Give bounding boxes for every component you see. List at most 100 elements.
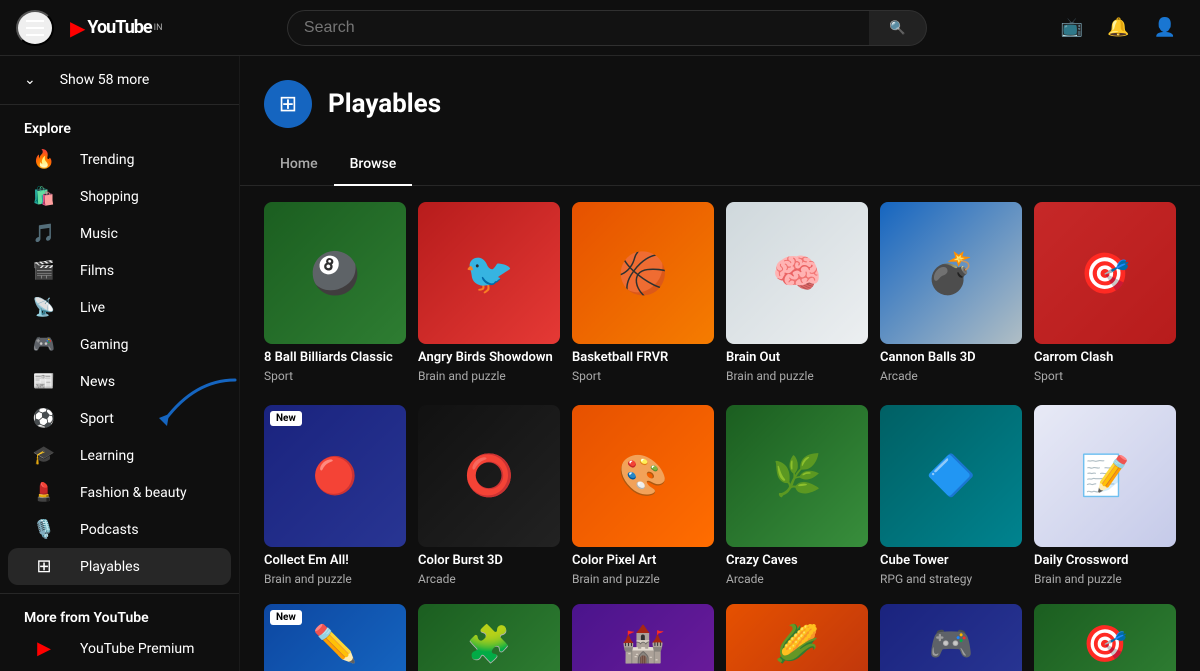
- sidebar-item-label: News: [80, 374, 115, 390]
- live-icon: 📡: [32, 297, 56, 318]
- tab-home[interactable]: Home: [264, 144, 334, 186]
- game-thumb-cannonballs: 💣: [880, 202, 1022, 344]
- sidebar: ⌄ Show 58 more Explore 🔥 Trending 🛍️ Sho…: [0, 56, 240, 671]
- game-name: Collect Em All!: [264, 553, 406, 570]
- game-name: 8 Ball Billiards Classic: [264, 350, 406, 367]
- sidebar-item-youtube-premium[interactable]: ▶ YouTube Premium: [8, 630, 231, 667]
- hamburger-menu[interactable]: [16, 10, 54, 46]
- app-body: ⌄ Show 58 more Explore 🔥 Trending 🛍️ Sho…: [0, 56, 1200, 671]
- game-card-8ball[interactable]: 🎱 ⋮ 8 Ball Billiards Classic Sport: [264, 202, 406, 385]
- cast-button[interactable]: 📺: [1053, 9, 1091, 46]
- logo-text: YouTube: [87, 17, 151, 38]
- sidebar-item-fashion[interactable]: 💄 Fashion & beauty: [8, 474, 231, 511]
- sidebar-item-podcasts[interactable]: 🎙️ Podcasts: [8, 511, 231, 548]
- logo[interactable]: ▶ YouTubeIN: [70, 16, 163, 40]
- game-name: Crazy Caves: [726, 553, 868, 570]
- logo-sub: IN: [154, 23, 163, 33]
- game-thumb-farm-heroes: 🌽: [726, 604, 868, 671]
- game-thumb-element-blocks: 🧩: [418, 604, 560, 671]
- game-category: Brain and puzzle: [264, 572, 406, 586]
- sidebar-item-label: Live: [80, 300, 105, 316]
- game-info-brainout: Brain Out Brain and puzzle: [726, 344, 868, 385]
- header: ▶ YouTubeIN 🔍 📺 🔔 👤: [0, 0, 1200, 56]
- podcasts-icon: 🎙️: [32, 519, 56, 540]
- game-card-brainout[interactable]: 🧠 ⋮ Brain Out Brain and puzzle: [726, 202, 868, 385]
- notification-button[interactable]: 🔔: [1099, 9, 1137, 46]
- game-thumb-basketball: 🏀: [572, 202, 714, 344]
- game-card-cannonballs[interactable]: 💣 ⋮ Cannon Balls 3D Arcade: [880, 202, 1022, 385]
- game-card-farm-heroes[interactable]: 🌽 Farm Heroes: [726, 604, 868, 671]
- sidebar-item-shopping[interactable]: 🛍️ Shopping: [8, 178, 231, 215]
- game-info-8ball: 8 Ball Billiards Classic Sport: [264, 344, 406, 385]
- sidebar-item-label: Sport: [80, 411, 114, 427]
- show-more-btn[interactable]: ⌄ Show 58 more: [0, 64, 239, 96]
- game-info-angrybirds: Angry Birds Showdown Brain and puzzle: [418, 344, 560, 385]
- game-card-game6[interactable]: 🎯: [1034, 604, 1176, 671]
- game-card-element-blocks[interactable]: 🧩 Element Blocks: [418, 604, 560, 671]
- game-category: Arcade: [418, 572, 560, 586]
- game-thumb-game6: 🎯: [1034, 604, 1176, 671]
- chevron-down-icon: ⌄: [24, 72, 36, 88]
- game-category: Arcade: [880, 369, 1022, 383]
- game-category: Brain and puzzle: [1034, 572, 1176, 586]
- sidebar-item-news[interactable]: 📰 News: [8, 363, 231, 400]
- game-card-colorburst[interactable]: ⭕ ⋮ Color Burst 3D Arcade: [418, 405, 560, 588]
- game-thumb-cubetower: 🔷: [880, 405, 1022, 547]
- sidebar-item-learning[interactable]: 🎓 Learning: [8, 437, 231, 474]
- trending-icon: 🔥: [32, 149, 56, 170]
- game-info-basketball: Basketball FRVR Sport: [572, 344, 714, 385]
- sidebar-item-label: Music: [80, 226, 118, 242]
- game-card-collect[interactable]: 🔴New ⋮ Collect Em All! Brain and puzzle: [264, 405, 406, 588]
- sidebar-item-sport[interactable]: ⚽ Sport: [8, 400, 231, 437]
- game-card-colorpixel[interactable]: 🎨 ⋮ Color Pixel Art Brain and puzzle: [572, 405, 714, 588]
- game-card-draw-climber[interactable]: ✏️New Draw Climber: [264, 604, 406, 671]
- game-card-crazycaves[interactable]: 🌿 ⋮ Crazy Caves Arcade: [726, 405, 868, 588]
- game-card-cubetower[interactable]: 🔷 ⋮ Cube Tower RPG and strategy: [880, 405, 1022, 588]
- game-card-crossword[interactable]: 📝 ⋮ Daily Crossword Brain and puzzle: [1034, 405, 1176, 588]
- more-from-youtube-title: More from YouTube: [0, 602, 239, 630]
- sidebar-item-live[interactable]: 📡 Live: [8, 289, 231, 326]
- news-icon: 📰: [32, 371, 56, 392]
- game-name: Angry Birds Showdown: [418, 350, 560, 367]
- sidebar-item-gaming[interactable]: 🎮 Gaming: [8, 326, 231, 363]
- header-left: ▶ YouTubeIN: [16, 10, 216, 46]
- game-card-game5[interactable]: 🎮: [880, 604, 1022, 671]
- sidebar-item-label: Playables: [80, 559, 140, 575]
- search-button[interactable]: 🔍: [869, 10, 927, 46]
- games-section-row1: 🎱 ⋮ 8 Ball Billiards Classic Sport 🐦 ⋮ A…: [240, 186, 1200, 401]
- tabs-bar: Home Browse: [240, 144, 1200, 186]
- explore-section-title: Explore: [0, 113, 239, 141]
- sidebar-item-label: Gaming: [80, 337, 128, 353]
- account-button[interactable]: 👤: [1146, 9, 1184, 46]
- game-card-endless-siege[interactable]: 🏰 Endless Siege: [572, 604, 714, 671]
- search-input[interactable]: [287, 10, 869, 46]
- sidebar-item-films[interactable]: 🎬 Films: [8, 252, 231, 289]
- youtube-logo-icon: ▶: [70, 16, 85, 40]
- sidebar-item-label: Podcasts: [80, 522, 139, 538]
- game-category: Arcade: [726, 572, 868, 586]
- game-thumb-endless-siege: 🏰: [572, 604, 714, 671]
- playables-page-icon: ⊞: [279, 92, 297, 117]
- game-card-carrom[interactable]: 🎯 ⋮ Carrom Clash Sport: [1034, 202, 1176, 385]
- divider-1: [0, 104, 239, 105]
- game-name: Cube Tower: [880, 553, 1022, 570]
- game-card-angrybirds[interactable]: 🐦 ⋮ Angry Birds Showdown Brain and puzzl…: [418, 202, 560, 385]
- tab-browse[interactable]: Browse: [334, 144, 413, 186]
- main-content: ⊞ Playables Home Browse 🎱 ⋮ 8 Ball Billi…: [240, 56, 1200, 671]
- game-category: Sport: [1034, 369, 1176, 383]
- game-category: Sport: [572, 369, 714, 383]
- sidebar-item-youtube-studio[interactable]: ▶ YouTube Studio: [8, 667, 231, 671]
- game-card-basketball[interactable]: 🏀 ⋮ Basketball FRVR Sport: [572, 202, 714, 385]
- games-grid-row1: 🎱 ⋮ 8 Ball Billiards Classic Sport 🐦 ⋮ A…: [264, 202, 1176, 385]
- game-thumb-crossword: 📝: [1034, 405, 1176, 547]
- game-thumb-carrom: 🎯: [1034, 202, 1176, 344]
- sidebar-item-trending[interactable]: 🔥 Trending: [8, 141, 231, 178]
- sidebar-item-music[interactable]: 🎵 Music: [8, 215, 231, 252]
- game-thumb-angrybirds: 🐦: [418, 202, 560, 344]
- game-category: Sport: [264, 369, 406, 383]
- shopping-icon: 🛍️: [32, 186, 56, 207]
- sidebar-item-label: YouTube Premium: [80, 641, 194, 657]
- sidebar-item-playables[interactable]: ⊞ Playables: [8, 548, 231, 585]
- game-info-cubetower: Cube Tower RPG and strategy: [880, 547, 1022, 588]
- sidebar-item-label: Trending: [80, 152, 135, 168]
